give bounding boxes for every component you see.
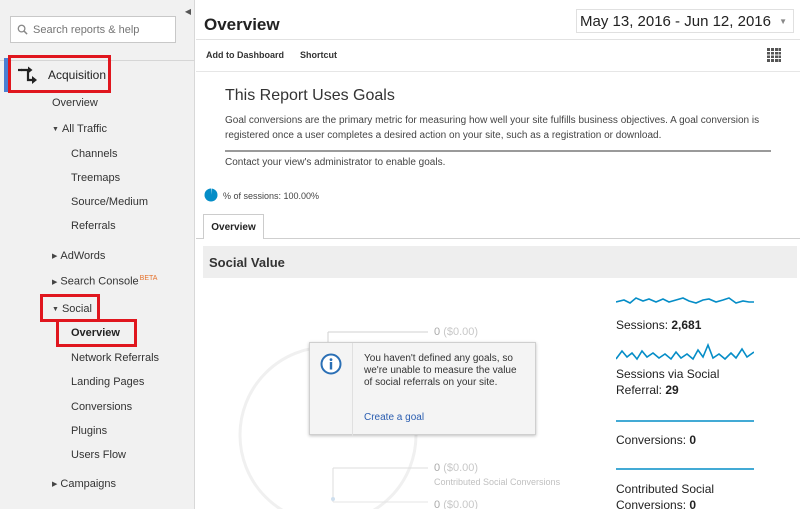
section-header: Social Value (203, 246, 797, 278)
diagram-top-money: ($0.00) (443, 326, 479, 338)
goals-notice-title: This Report Uses Goals (225, 87, 395, 104)
sidebar-item-conversions[interactable]: Conversions (71, 401, 132, 413)
diagram-mid-caption: Contributed Social Conversions (434, 477, 561, 487)
diagram-mid-money: ($0.00) (443, 462, 479, 474)
sidebar-item-label: Conversions (71, 401, 133, 413)
sidebar-item-network-referrals[interactable]: Network Referrals (71, 352, 159, 364)
sessions-percentage: % of sessions: 100.00% (223, 191, 320, 201)
sidebar-item-campaigns[interactable]: ▶ Campaigns (52, 478, 116, 490)
diagram-mid-count: 0 (434, 462, 441, 474)
search-input[interactable] (33, 23, 173, 36)
tab-overview[interactable]: Overview (203, 214, 264, 239)
sidebar: ◀ Acquisition Overview ▼All Traffic Chan… (0, 0, 195, 509)
sidebar-item-users-flow[interactable]: Users Flow (71, 449, 126, 461)
sidebar-item-label: Source/Medium (71, 196, 149, 208)
diagram-mid-value: 0 ($0.00) (434, 462, 478, 474)
grid-view-icon[interactable] (767, 48, 781, 62)
page-header: Overview May 13, 2016 - Jun 12, 2016 ▼ (196, 0, 800, 40)
sidebar-item-acquisition[interactable]: Acquisition (4, 58, 195, 92)
sidebar-item-label: Channels (71, 148, 118, 160)
sessions-pie-icon (204, 188, 218, 202)
collapse-sidebar-icon[interactable]: ◀ (181, 0, 195, 22)
conversions-value: 0 (689, 433, 697, 447)
sessions-value: 2,681 (671, 318, 702, 332)
sidebar-item-overview[interactable]: Overview (52, 97, 98, 109)
diagram-bottom-money: ($0.00) (443, 499, 479, 509)
sessions-sparkline (616, 297, 754, 304)
diagram-top-count: 0 (434, 326, 441, 338)
conversions-label: Conversions: (616, 433, 687, 447)
no-goals-tooltip: You haven't defined any goals, so we're … (309, 342, 536, 436)
sidebar-item-label: Network Referrals (71, 352, 160, 364)
sidebar-item-plugins[interactable]: Plugins (71, 425, 107, 437)
sidebar-item-referrals[interactable]: Referrals (71, 220, 116, 232)
tab-underline (196, 238, 800, 239)
page-title: Overview (204, 15, 280, 34)
beta-badge: BETA (139, 275, 158, 282)
contributed-label-2: Conversions: (616, 498, 687, 509)
tooltip-text: You haven't defined any goals, so we're … (364, 353, 517, 388)
sidebar-item-landing-pages[interactable]: Landing Pages (71, 376, 144, 388)
sidebar-item-treemaps[interactable]: Treemaps (71, 172, 120, 184)
social-sessions-label-2: Referral: (616, 383, 663, 397)
sidebar-item-search-console[interactable]: ▶ Search ConsoleBETA (52, 275, 157, 288)
sessions-label: Sessions: (616, 318, 669, 332)
sidebar-item-label: Overview (52, 97, 98, 109)
sidebar-item-label: Landing Pages (71, 376, 145, 388)
caret-right-icon: ▶ (52, 481, 58, 489)
social-sessions-value: 29 (665, 383, 679, 397)
info-icon (320, 353, 342, 375)
contributed-sparkline (616, 468, 754, 470)
goals-notice-contact: Contact your view's administrator to ena… (225, 157, 446, 168)
sidebar-item-channels[interactable]: Channels (71, 148, 117, 160)
caret-right-icon: ▶ (52, 278, 58, 286)
shortcut-button[interactable]: Shortcut (300, 50, 337, 60)
sidebar-item-social[interactable]: ▼ Social (52, 303, 92, 315)
sidebar-item-label: Plugins (71, 425, 108, 437)
search-box[interactable] (10, 16, 176, 43)
contributed-metric: Contributed Social Conversions: 0 (616, 481, 714, 509)
sidebar-item-all-traffic[interactable]: ▼ All Traffic (52, 123, 107, 135)
conversions-metric: Conversions: 0 (616, 432, 696, 448)
date-range-picker[interactable]: May 13, 2016 - Jun 12, 2016 ▼ (576, 9, 794, 33)
sidebar-item-adwords[interactable]: ▶ AdWords (52, 250, 105, 262)
section-title: Social Value (209, 254, 285, 270)
diagram-bottom-count: 0 (434, 499, 441, 509)
sidebar-item-label: Treemaps (71, 172, 121, 184)
caret-down-icon: ▼ (52, 125, 59, 133)
date-range-value: May 13, 2016 - Jun 12, 2016 (580, 12, 771, 30)
add-to-dashboard-button[interactable]: Add to Dashboard (206, 50, 284, 60)
diagram-bottom-value: 0 ($0.00) (434, 499, 478, 509)
search-icon (17, 24, 28, 35)
caret-down-icon: ▼ (52, 305, 59, 313)
sidebar-item-label: Social (61, 303, 92, 315)
sessions-metric: Sessions: 2,681 (616, 317, 701, 333)
sidebar-item-label: Users Flow (71, 449, 127, 461)
sidebar-item-label: Overview (71, 327, 120, 339)
report-toolbar: Add to Dashboard Shortcut (196, 40, 800, 72)
sidebar-item-label: Search Console (60, 275, 139, 288)
conversions-sparkline (616, 420, 754, 422)
sidebar-item-label: All Traffic (61, 123, 107, 135)
social-metrics: Sessions: 2,681 Sessions via Social Refe… (616, 286, 800, 509)
sidebar-item-label: AdWords (60, 250, 106, 262)
acquisition-label: Acquisition (48, 68, 107, 82)
social-sessions-metric: Sessions via Social Referral: 29 (616, 366, 719, 398)
sidebar-item-label: Referrals (71, 220, 116, 232)
sidebar-item-label: Campaigns (60, 478, 117, 490)
goals-notice-divider (225, 150, 771, 152)
social-sessions-label-1: Sessions via Social (616, 367, 720, 381)
contributed-label-1: Contributed Social (616, 482, 715, 496)
sidebar-item-source-medium[interactable]: Source/Medium (71, 196, 148, 208)
create-goal-link[interactable]: Create a goal (364, 412, 424, 423)
diagram-top-value: 0 ($0.00) (434, 326, 478, 338)
dropdown-arrow-icon: ▼ (779, 16, 787, 26)
goals-notice-text: Goal conversions are the primary metric … (225, 115, 760, 141)
tooltip-divider (352, 343, 353, 436)
sidebar-item-social-overview[interactable]: Overview (71, 327, 120, 339)
social-sessions-sparkline (616, 342, 754, 361)
contributed-value: 0 (689, 498, 697, 509)
caret-right-icon: ▶ (52, 253, 58, 261)
acquisition-arrows-icon (18, 66, 37, 84)
